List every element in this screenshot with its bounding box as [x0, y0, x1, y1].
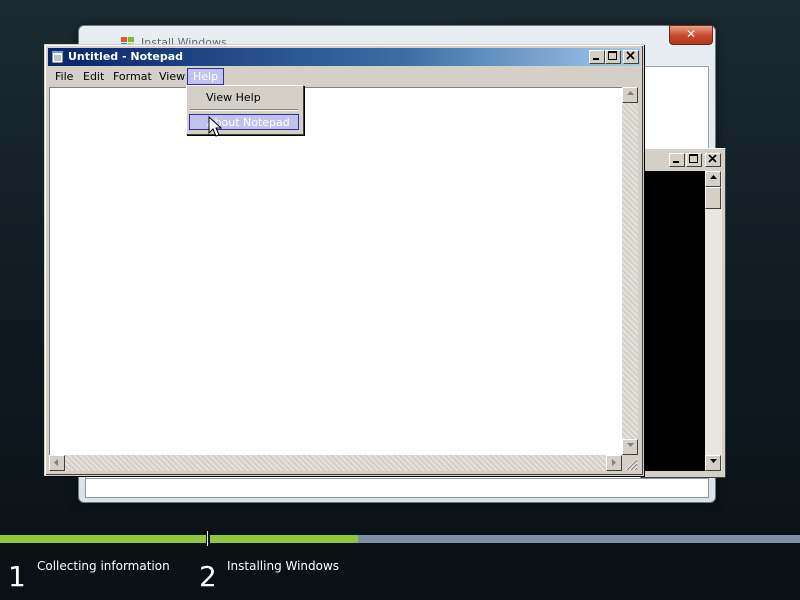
- size-grip-icon[interactable]: [622, 455, 638, 471]
- menu-view[interactable]: View: [154, 69, 190, 84]
- close-icon: [708, 154, 717, 163]
- notepad-scroll-up-button[interactable]: [622, 87, 638, 103]
- notepad-text-area[interactable]: [49, 87, 623, 456]
- step2-progress-fill: [210, 535, 358, 543]
- maximize-icon: [608, 51, 617, 60]
- scroll-down-icon: [626, 443, 634, 447]
- help-menu-view-help[interactable]: View Help: [189, 89, 299, 106]
- step2-number: 2: [199, 560, 217, 593]
- help-menu-about-notepad[interactable]: About Notepad: [189, 114, 299, 130]
- menu-file[interactable]: File: [50, 69, 78, 84]
- notepad-vertical-scrollbar[interactable]: [622, 87, 638, 455]
- minimize-icon: [673, 161, 679, 163]
- setup-progress-bar: [0, 533, 800, 545]
- console-titlebar[interactable]: [643, 151, 723, 169]
- step1-number: 1: [8, 560, 26, 593]
- notepad-scroll-right-button[interactable]: [606, 455, 622, 471]
- menu-help[interactable]: Help: [187, 68, 225, 85]
- step1-progress-fill: [0, 535, 206, 543]
- console-minimize-button[interactable]: [669, 153, 685, 167]
- close-icon: [626, 51, 635, 60]
- notepad-titlebar[interactable]: Untitled - Notepad: [48, 48, 640, 66]
- console-vertical-scrollbar[interactable]: [705, 171, 722, 471]
- step1-progress-track: [0, 535, 206, 543]
- notepad-scroll-down-button[interactable]: [622, 439, 638, 455]
- step1-label: Collecting information: [37, 559, 170, 573]
- notepad-window: Untitled - Notepad File Edit Format View…: [44, 44, 644, 476]
- mouse-pointer-icon: [208, 116, 223, 137]
- step-divider: [207, 531, 208, 546]
- notepad-title: Untitled - Notepad: [68, 50, 184, 63]
- step2-label: Installing Windows: [227, 559, 340, 573]
- console-screen[interactable]: [643, 171, 705, 471]
- console-scroll-down-button[interactable]: [705, 455, 721, 471]
- notepad-scroll-left-button[interactable]: [49, 455, 65, 471]
- console-window: [640, 148, 726, 478]
- notepad-close-button[interactable]: [623, 50, 639, 64]
- console-scroll-thumb[interactable]: [705, 187, 721, 209]
- scroll-up-icon: [709, 175, 717, 179]
- notepad-icon: [51, 50, 64, 64]
- menu-format[interactable]: Format: [108, 69, 157, 84]
- scroll-up-icon: [626, 91, 634, 95]
- install-close-button[interactable]: ✕: [669, 25, 713, 45]
- minimize-icon: [593, 58, 599, 60]
- help-menu-separator: [190, 109, 298, 111]
- menu-edit[interactable]: Edit: [78, 69, 109, 84]
- install-bottom-field: [85, 478, 709, 498]
- maximize-icon: [689, 154, 698, 163]
- scroll-right-icon: [612, 459, 616, 466]
- scroll-down-icon: [709, 459, 717, 463]
- help-dropdown-menu: View Help About Notepad: [186, 85, 304, 135]
- console-maximize-button[interactable]: [686, 153, 702, 167]
- notepad-maximize-button[interactable]: [605, 50, 621, 64]
- notepad-minimize-button[interactable]: [589, 50, 605, 64]
- step2-progress-track: [210, 535, 800, 543]
- scroll-left-icon: [54, 459, 58, 466]
- console-scroll-up-button[interactable]: [705, 171, 721, 187]
- notepad-menubar: File Edit Format View Help: [48, 67, 640, 85]
- console-close-button[interactable]: [705, 153, 721, 167]
- notepad-horizontal-scrollbar[interactable]: [49, 455, 622, 471]
